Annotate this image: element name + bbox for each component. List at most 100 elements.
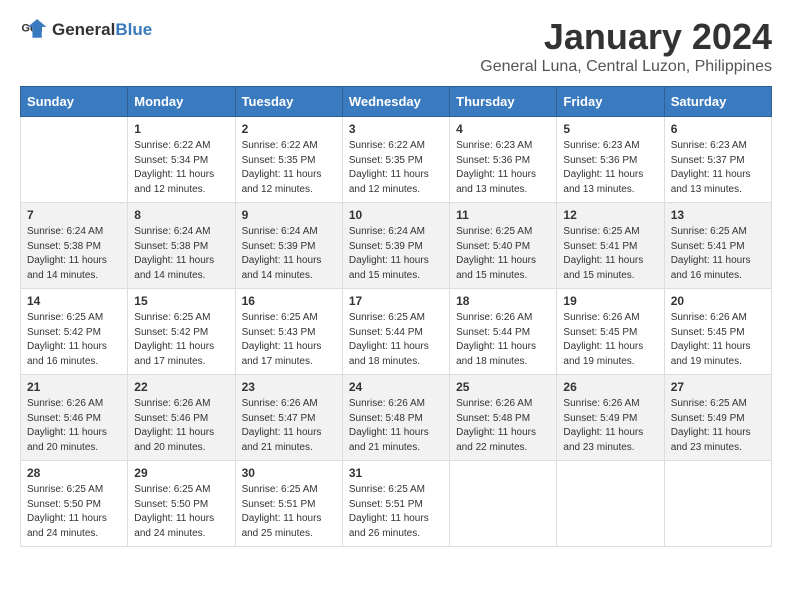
day-number: 17 bbox=[349, 294, 443, 308]
day-number: 1 bbox=[134, 122, 228, 136]
day-number: 29 bbox=[134, 466, 228, 480]
calendar-cell bbox=[557, 461, 664, 547]
day-number: 24 bbox=[349, 380, 443, 394]
day-number: 15 bbox=[134, 294, 228, 308]
logo-general: General bbox=[52, 20, 115, 39]
day-number: 27 bbox=[671, 380, 765, 394]
calendar-cell bbox=[664, 461, 771, 547]
calendar-header-row: SundayMondayTuesdayWednesdayThursdayFrid… bbox=[21, 87, 772, 117]
calendar-cell: 9Sunrise: 6:24 AM Sunset: 5:39 PM Daylig… bbox=[235, 203, 342, 289]
calendar-cell: 1 Sunrise: 6:22 AM Sunset: 5:34 PM Daylig… bbox=[128, 117, 235, 203]
day-info: Sunrise: 6:26 AM Sunset: 5:49 PM Dayligh… bbox=[563, 397, 657, 455]
main-title: January 2024 bbox=[480, 16, 772, 58]
day-info: Sunrise: 6:25 AM Sunset: 5:51 PM Dayligh… bbox=[349, 483, 443, 541]
calendar-table: SundayMondayTuesdayWednesdayThursdayFrid… bbox=[20, 86, 772, 547]
day-info: Sunrise: 6:25 AM Sunset: 5:42 PM Dayligh… bbox=[134, 311, 228, 369]
day-info: Sunrise: 6:25 AM Sunset: 5:51 PM Dayligh… bbox=[242, 483, 336, 541]
day-info: Sunrise: 6:26 AM Sunset: 5:47 PM Dayligh… bbox=[242, 397, 336, 455]
calendar-cell: 12Sunrise: 6:25 AM Sunset: 5:41 PM Dayli… bbox=[557, 203, 664, 289]
title-block: January 2024 General Luna, Central Luzon… bbox=[480, 16, 772, 76]
day-info: Sunrise: 6:23 AM Sunset: 5:36 PM Dayligh… bbox=[563, 139, 657, 197]
calendar-cell: 11 Sunrise: 6:25 AM Sunset: 5:40 PM Dayli… bbox=[450, 203, 557, 289]
day-info: Sunrise: 6:22 AM Sunset: 5:35 PM Dayligh… bbox=[242, 139, 336, 197]
calendar-cell: 19 Sunrise: 6:26 AM Sunset: 5:45 PM Dayli… bbox=[557, 289, 664, 375]
day-info: Sunrise: 6:26 AM Sunset: 5:48 PM Dayligh… bbox=[456, 397, 550, 455]
day-info: Sunrise: 6:24 AM Sunset: 5:38 PM Dayligh… bbox=[27, 225, 121, 283]
calendar-cell: 6Sunrise: 6:23 AM Sunset: 5:37 PM Daylig… bbox=[664, 117, 771, 203]
day-number: 20 bbox=[671, 294, 765, 308]
day-number: 9 bbox=[242, 208, 336, 222]
day-info: Sunrise: 6:25 AM Sunset: 5:40 PM Dayligh… bbox=[456, 225, 550, 283]
day-number: 14 bbox=[27, 294, 121, 308]
calendar-cell: 28Sunrise: 6:25 AM Sunset: 5:50 PM Dayli… bbox=[21, 461, 128, 547]
day-info: Sunrise: 6:26 AM Sunset: 5:46 PM Dayligh… bbox=[27, 397, 121, 455]
calendar-cell: 21Sunrise: 6:26 AM Sunset: 5:46 PM Dayli… bbox=[21, 375, 128, 461]
day-number: 23 bbox=[242, 380, 336, 394]
calendar-cell: 27 Sunrise: 6:25 AM Sunset: 5:49 PM Dayli… bbox=[664, 375, 771, 461]
calendar-cell: 17 Sunrise: 6:25 AM Sunset: 5:44 PM Dayli… bbox=[342, 289, 449, 375]
day-info: Sunrise: 6:25 AM Sunset: 5:44 PM Dayligh… bbox=[349, 311, 443, 369]
calendar-cell: 15 Sunrise: 6:25 AM Sunset: 5:42 PM Dayli… bbox=[128, 289, 235, 375]
day-number: 5 bbox=[563, 122, 657, 136]
day-info: Sunrise: 6:25 AM Sunset: 5:50 PM Dayligh… bbox=[27, 483, 121, 541]
day-info: Sunrise: 6:25 AM Sunset: 5:50 PM Dayligh… bbox=[134, 483, 228, 541]
calendar-cell: 2Sunrise: 6:22 AM Sunset: 5:35 PM Daylig… bbox=[235, 117, 342, 203]
calendar-cell: 7 Sunrise: 6:24 AM Sunset: 5:38 PM Daylig… bbox=[21, 203, 128, 289]
calendar-cell: 8Sunrise: 6:24 AM Sunset: 5:38 PM Daylig… bbox=[128, 203, 235, 289]
calendar-cell: 3Sunrise: 6:22 AM Sunset: 5:35 PM Daylig… bbox=[342, 117, 449, 203]
day-info: Sunrise: 6:25 AM Sunset: 5:43 PM Dayligh… bbox=[242, 311, 336, 369]
day-number: 16 bbox=[242, 294, 336, 308]
day-number: 10 bbox=[349, 208, 443, 222]
calendar-cell: 4Sunrise: 6:23 AM Sunset: 5:36 PM Daylig… bbox=[450, 117, 557, 203]
day-info: Sunrise: 6:26 AM Sunset: 5:45 PM Dayligh… bbox=[563, 311, 657, 369]
header-thursday: Thursday bbox=[450, 87, 557, 117]
header-wednesday: Wednesday bbox=[342, 87, 449, 117]
day-number: 19 bbox=[563, 294, 657, 308]
day-info: Sunrise: 6:23 AM Sunset: 5:36 PM Dayligh… bbox=[456, 139, 550, 197]
header-friday: Friday bbox=[557, 87, 664, 117]
day-number: 7 bbox=[27, 208, 121, 222]
day-number: 25 bbox=[456, 380, 550, 394]
header-sunday: Sunday bbox=[21, 87, 128, 117]
day-number: 31 bbox=[349, 466, 443, 480]
day-info: Sunrise: 6:26 AM Sunset: 5:44 PM Dayligh… bbox=[456, 311, 550, 369]
calendar-cell: 20 Sunrise: 6:26 AM Sunset: 5:45 PM Dayli… bbox=[664, 289, 771, 375]
logo-blue: Blue bbox=[115, 20, 152, 39]
day-number: 30 bbox=[242, 466, 336, 480]
calendar-cell: 31 Sunrise: 6:25 AM Sunset: 5:51 PM Dayli… bbox=[342, 461, 449, 547]
calendar-week-row: 7 Sunrise: 6:24 AM Sunset: 5:38 PM Daylig… bbox=[21, 203, 772, 289]
calendar-cell: 24 Sunrise: 6:26 AM Sunset: 5:48 PM Dayli… bbox=[342, 375, 449, 461]
day-number: 8 bbox=[134, 208, 228, 222]
day-info: Sunrise: 6:24 AM Sunset: 5:39 PM Dayligh… bbox=[349, 225, 443, 283]
day-number: 26 bbox=[563, 380, 657, 394]
calendar-cell bbox=[450, 461, 557, 547]
calendar-week-row: 1 Sunrise: 6:22 AM Sunset: 5:34 PM Daylig… bbox=[21, 117, 772, 203]
day-number: 11 bbox=[456, 208, 550, 222]
day-info: Sunrise: 6:26 AM Sunset: 5:45 PM Dayligh… bbox=[671, 311, 765, 369]
calendar-week-row: 21Sunrise: 6:26 AM Sunset: 5:46 PM Dayli… bbox=[21, 375, 772, 461]
calendar-cell: 5 Sunrise: 6:23 AM Sunset: 5:36 PM Daylig… bbox=[557, 117, 664, 203]
day-info: Sunrise: 6:25 AM Sunset: 5:41 PM Dayligh… bbox=[563, 225, 657, 283]
calendar-cell: 29 Sunrise: 6:25 AM Sunset: 5:50 PM Dayli… bbox=[128, 461, 235, 547]
calendar-cell: 30 Sunrise: 6:25 AM Sunset: 5:51 PM Dayli… bbox=[235, 461, 342, 547]
header-monday: Monday bbox=[128, 87, 235, 117]
calendar-cell: 23 Sunrise: 6:26 AM Sunset: 5:47 PM Dayli… bbox=[235, 375, 342, 461]
calendar-cell: 22Sunrise: 6:26 AM Sunset: 5:46 PM Dayli… bbox=[128, 375, 235, 461]
calendar-cell: 13Sunrise: 6:25 AM Sunset: 5:41 PM Dayli… bbox=[664, 203, 771, 289]
day-info: Sunrise: 6:25 AM Sunset: 5:49 PM Dayligh… bbox=[671, 397, 765, 455]
calendar-week-row: 28Sunrise: 6:25 AM Sunset: 5:50 PM Dayli… bbox=[21, 461, 772, 547]
day-info: Sunrise: 6:26 AM Sunset: 5:48 PM Dayligh… bbox=[349, 397, 443, 455]
calendar-cell: 14Sunrise: 6:25 AM Sunset: 5:42 PM Dayli… bbox=[21, 289, 128, 375]
calendar-week-row: 14 Sunrise: 6:25 AM Sunset: 5:42 PM Dayli… bbox=[21, 289, 772, 375]
logo-icon: Gen bbox=[20, 16, 48, 44]
calendar-cell bbox=[21, 117, 128, 203]
header-tuesday: Tuesday bbox=[235, 87, 342, 117]
page-header: Gen GeneralBlue January 2024 General Lun… bbox=[20, 16, 772, 76]
day-info: Sunrise: 6:22 AM Sunset: 5:34 PM Dayligh… bbox=[134, 139, 228, 197]
day-info: Sunrise: 6:26 AM Sunset: 5:46 PM Dayligh… bbox=[134, 397, 228, 455]
subtitle: General Luna, Central Luzon, Philippines bbox=[480, 58, 772, 76]
calendar-cell: 26 Sunrise: 6:26 AM Sunset: 5:49 PM Dayli… bbox=[557, 375, 664, 461]
day-number: 18 bbox=[456, 294, 550, 308]
day-info: Sunrise: 6:22 AM Sunset: 5:35 PM Dayligh… bbox=[349, 139, 443, 197]
calendar-cell: 18 Sunrise: 6:26 AM Sunset: 5:44 PM Dayli… bbox=[450, 289, 557, 375]
